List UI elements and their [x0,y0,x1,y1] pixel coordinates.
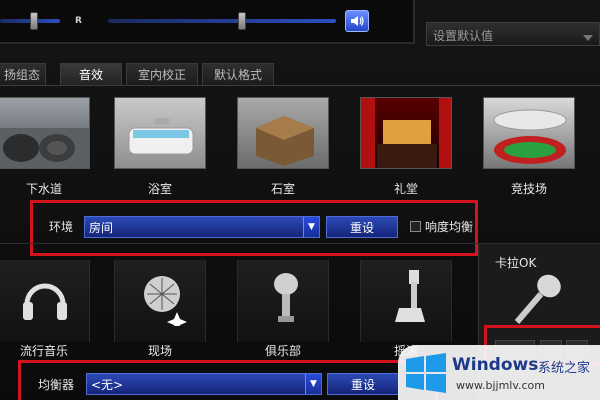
environment-reset-button[interactable]: 重设 [326,216,398,238]
windows-logo-icon [406,353,446,393]
tab-room-correction[interactable]: 室内校正 [126,63,198,85]
reset-label: 重设 [349,220,374,235]
equalizer-reset-button[interactable]: 重设 [327,373,399,395]
env-tile-auditorium[interactable] [360,97,452,169]
volume-thumb[interactable] [238,12,246,30]
left-balance-thumb[interactable] [30,12,38,30]
watermark-title: Windows [452,355,539,375]
equalizer-select[interactable]: <无> ▼ [86,373,322,395]
env-label-auditorium: 礼堂 [393,182,418,196]
env-label-sewer: 下水道 [25,182,62,196]
watermark: Windows 系统之家 www.bjjmlv.com [398,345,600,400]
volume-track[interactable] [108,19,336,23]
tab-sound-effects[interactable]: 音效 [60,63,122,85]
loudness-label: 响度均衡 [425,220,474,234]
loudness-checkbox[interactable] [410,221,421,232]
equalizer-label: 均衡器 [38,378,75,392]
genre-tile-live[interactable] [114,260,206,342]
default-select-value: 设置默认值 [433,29,494,43]
env-tile-stone-room[interactable] [237,97,329,169]
genre-label-club: 俱乐部 [264,344,301,358]
watermark-suffix: 系统之家 [538,361,591,376]
headphones-icon [23,283,67,320]
microphone-icon [274,273,298,322]
karaoke-label: 卡拉OK [495,256,537,270]
genre-label-live: 现场 [147,344,172,358]
default-format-select[interactable]: 设置默认值 [426,22,600,46]
right-channel-label: R [75,16,82,26]
env-label-stone-room: 石室 [270,182,295,196]
volume-panel: R [0,0,415,44]
tab-label: 默认格式 [213,68,262,82]
equalizer-select-value: <无> [91,377,124,392]
guitar-icon [395,270,425,322]
chevron-down-icon: ▼ [305,374,321,394]
karaoke-mic-icon[interactable] [509,272,565,328]
env-label-bathroom: 浴室 [147,182,172,196]
chevron-down-icon [583,30,593,44]
genre-label-pop: 流行音乐 [19,344,68,358]
tab-label: 室内校正 [137,68,186,82]
environment-select[interactable]: 房间 ▼ [84,216,320,238]
tab-divider [0,85,600,86]
speaker-icon[interactable] [345,10,369,32]
environment-label: 环境 [49,220,74,234]
genre-tile-club[interactable] [237,260,329,342]
tab-label: 扬组态 [3,68,40,82]
tab-speaker-config[interactable]: 扬组态 [0,63,46,85]
chevron-down-icon: ▼ [303,217,319,237]
reset-label: 重设 [350,377,375,392]
env-tile-bathroom[interactable] [114,97,206,169]
env-tile-arena[interactable] [483,97,575,169]
env-label-arena: 竞技场 [510,182,547,196]
genre-tile-pop[interactable] [0,260,90,342]
genre-tile-rock[interactable] [360,260,452,342]
env-tile-sewer[interactable] [0,97,90,169]
environment-select-value: 房间 [89,220,114,235]
watermark-url: www.bjjmlv.com [456,379,545,392]
disco-ball-icon [144,276,187,326]
tab-default-format[interactable]: 默认格式 [202,63,274,85]
tab-label: 音效 [78,68,103,82]
